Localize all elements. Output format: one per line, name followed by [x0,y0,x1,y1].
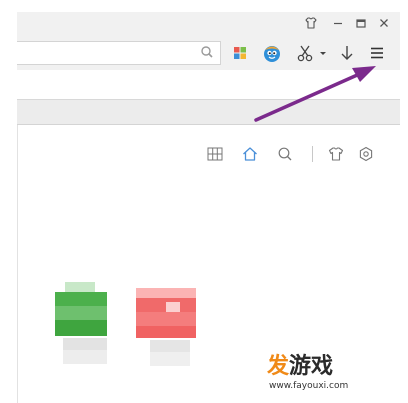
scissors-icon[interactable] [294,42,316,64]
search-icon[interactable] [199,44,215,60]
maximize-icon[interactable] [352,14,370,32]
watermark: 发游戏 www.fayouxi.com [197,352,400,397]
browser-mascot-icon[interactable] [261,42,283,64]
shirt-icon[interactable] [326,144,346,164]
close-icon[interactable] [375,14,393,32]
address-input[interactable] [17,41,221,65]
red-app-tile[interactable] [136,288,196,368]
watermark-url: www.fayouxi.com [269,381,349,391]
skin-icon[interactable] [302,14,320,32]
tab-strip [17,100,400,125]
grid-view-icon[interactable] [205,144,225,164]
search-icon[interactable] [275,144,295,164]
watermark-brand-rest: 游戏 [289,354,334,379]
watermark-brand: 发游戏 [267,354,333,380]
browser-screenshot: 发游戏 www.fayouxi.com [0,0,408,403]
download-icon[interactable] [336,42,358,64]
watermark-brand-accent: 发 [267,354,290,379]
apps-grid-icon[interactable] [229,42,251,64]
settings-icon[interactable] [356,144,376,164]
menu-icon[interactable] [366,42,388,64]
bookmarks-bar [17,70,400,100]
toolbar-divider [312,146,313,162]
minimize-icon[interactable] [329,14,347,32]
home-icon[interactable] [240,144,260,164]
dropdown-arrow-icon[interactable] [317,42,329,64]
green-app-tile[interactable] [55,282,110,367]
